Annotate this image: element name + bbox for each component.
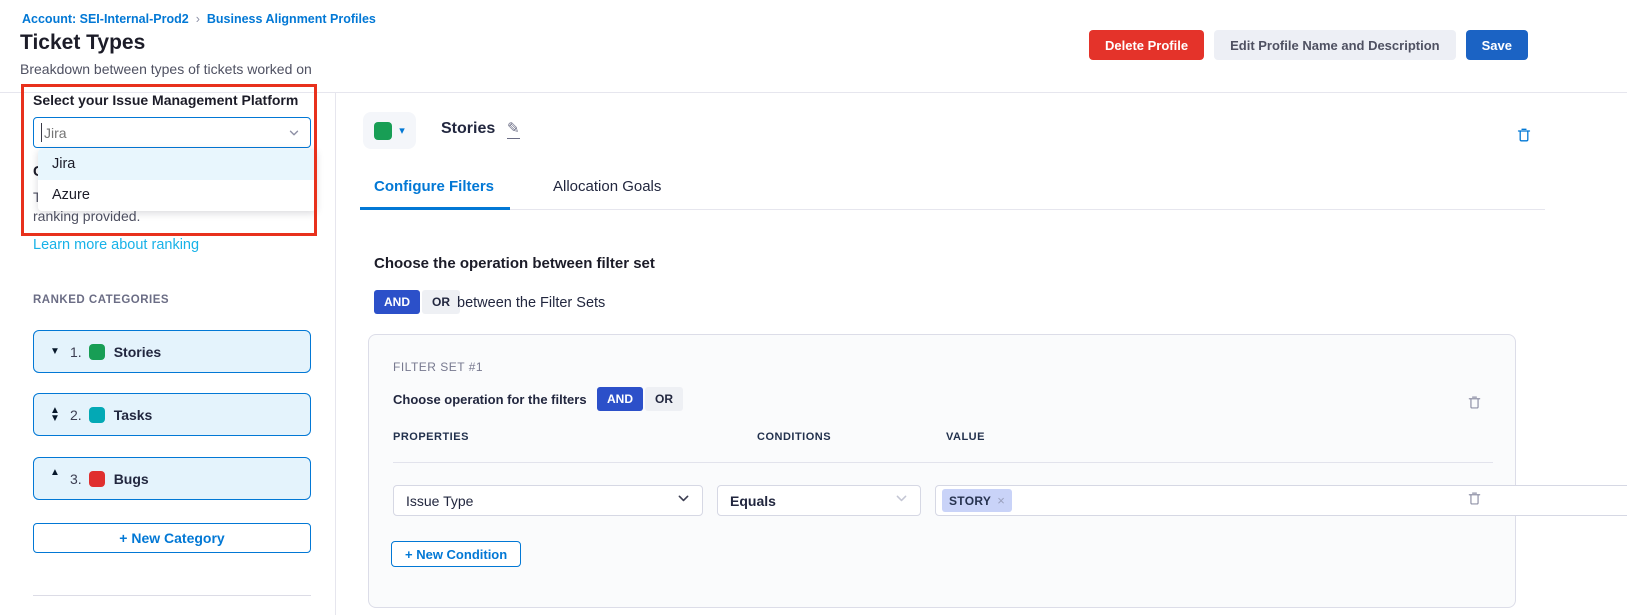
value-tag: STORY × [942, 489, 1012, 512]
category-rank: 3. [70, 471, 82, 487]
tab-allocation-goals[interactable]: Allocation Goals [553, 178, 661, 195]
remove-tag-icon[interactable]: × [997, 493, 1005, 508]
active-tab-indicator [360, 207, 510, 210]
delete-filter-set-icon[interactable] [1467, 395, 1482, 410]
filters-and-or-toggle: AND OR [597, 387, 683, 411]
text-cursor [41, 123, 42, 142]
delete-condition-icon[interactable] [1467, 491, 1482, 506]
and-toggle[interactable]: AND [597, 387, 643, 411]
value-multiselect-input[interactable]: STORY × [935, 485, 1627, 516]
or-toggle[interactable]: OR [422, 290, 460, 314]
tabs-divider [360, 209, 1545, 210]
sidebar-bottom-divider [33, 595, 311, 596]
category-name: Stories [114, 344, 161, 360]
category-name: Tasks [114, 407, 153, 423]
property-select-value: Issue Type [406, 493, 473, 509]
caret-down-icon: ▾ [399, 124, 405, 137]
category-card-bugs[interactable]: ▲ 3. Bugs [33, 457, 311, 500]
sort-down-icon[interactable]: ▼ [50, 348, 70, 356]
column-header-conditions: CONDITIONS [757, 431, 831, 443]
columns-divider [393, 462, 1493, 463]
breadcrumb-account-link[interactable]: Account: SEI-Internal-Prod2 [22, 12, 189, 26]
sort-up-down-icon[interactable]: ▲▼ [50, 407, 70, 423]
column-header-value: VALUE [946, 431, 985, 443]
filters-operation-label: Choose operation for the filters [393, 392, 587, 407]
platform-select-label: Select your Issue Management Platform [33, 92, 298, 108]
column-header-properties: PROPERTIES [393, 431, 469, 443]
delete-profile-button[interactable]: Delete Profile [1089, 30, 1204, 60]
category-color-picker[interactable]: ▾ [363, 112, 416, 149]
category-name: Bugs [114, 471, 149, 487]
breadcrumb: Account: SEI-Internal-Prod2 › Business Ali… [22, 12, 376, 26]
platform-dropdown-menu: Jira Azure [38, 149, 316, 211]
category-card-tasks[interactable]: ▲▼ 2. Tasks [33, 393, 311, 436]
filter-set-title: FILTER SET #1 [393, 360, 483, 374]
condition-select[interactable]: Equals [717, 485, 921, 516]
tab-configure-filters[interactable]: Configure Filters [374, 178, 494, 195]
page-subtitle: Breakdown between types of tickets worke… [20, 61, 312, 77]
chevron-down-icon[interactable] [288, 126, 300, 144]
sort-up-icon[interactable]: ▲ [50, 469, 70, 477]
filter-set-operation-heading: Choose the operation between filter set [374, 255, 655, 272]
platform-select-input[interactable] [33, 117, 311, 148]
dropdown-option-jira[interactable]: Jira [38, 149, 316, 180]
breadcrumb-section-link[interactable]: Business Alignment Profiles [207, 12, 376, 26]
new-condition-button[interactable]: + New Condition [391, 541, 521, 567]
delete-category-icon[interactable] [1516, 127, 1532, 143]
page-title: Ticket Types [20, 31, 145, 55]
chevron-down-icon [895, 492, 908, 510]
category-color-swatch [89, 407, 105, 423]
category-rank: 2. [70, 407, 82, 423]
selected-category-title: Stories [441, 120, 495, 138]
property-select[interactable]: Issue Type [393, 485, 703, 516]
save-button[interactable]: Save [1466, 30, 1528, 60]
sidebar-divider [335, 92, 336, 615]
and-toggle[interactable]: AND [374, 290, 420, 314]
edit-profile-button[interactable]: Edit Profile Name and Description [1214, 30, 1456, 60]
learn-more-ranking-link[interactable]: Learn more about ranking [33, 237, 199, 253]
color-swatch [374, 122, 392, 140]
filter-sets-and-or-toggle: AND OR [374, 290, 460, 314]
value-tag-label: STORY [949, 494, 991, 508]
category-rank: 1. [70, 344, 82, 360]
header-actions: Delete Profile Edit Profile Name and Des… [1089, 30, 1528, 60]
chevron-down-icon [677, 492, 690, 510]
or-toggle[interactable]: OR [645, 387, 683, 411]
category-color-swatch [89, 344, 105, 360]
ticket-types-page: Account: SEI-Internal-Prod2 › Business Ali… [0, 0, 1627, 615]
dropdown-option-azure[interactable]: Azure [38, 180, 316, 211]
condition-select-value: Equals [730, 493, 776, 509]
category-color-swatch [89, 471, 105, 487]
edit-category-name-icon[interactable]: ✎ [507, 119, 520, 139]
category-card-stories[interactable]: ▼ 1. Stories [33, 330, 311, 373]
breadcrumb-separator-icon: › [196, 12, 200, 26]
operation-caption: between the Filter Sets [457, 295, 605, 311]
ranked-categories-heading: RANKED CATEGORIES [33, 294, 169, 306]
new-category-button[interactable]: + New Category [33, 523, 311, 553]
filter-set-panel: FILTER SET #1 Choose operation for the f… [368, 334, 1516, 608]
